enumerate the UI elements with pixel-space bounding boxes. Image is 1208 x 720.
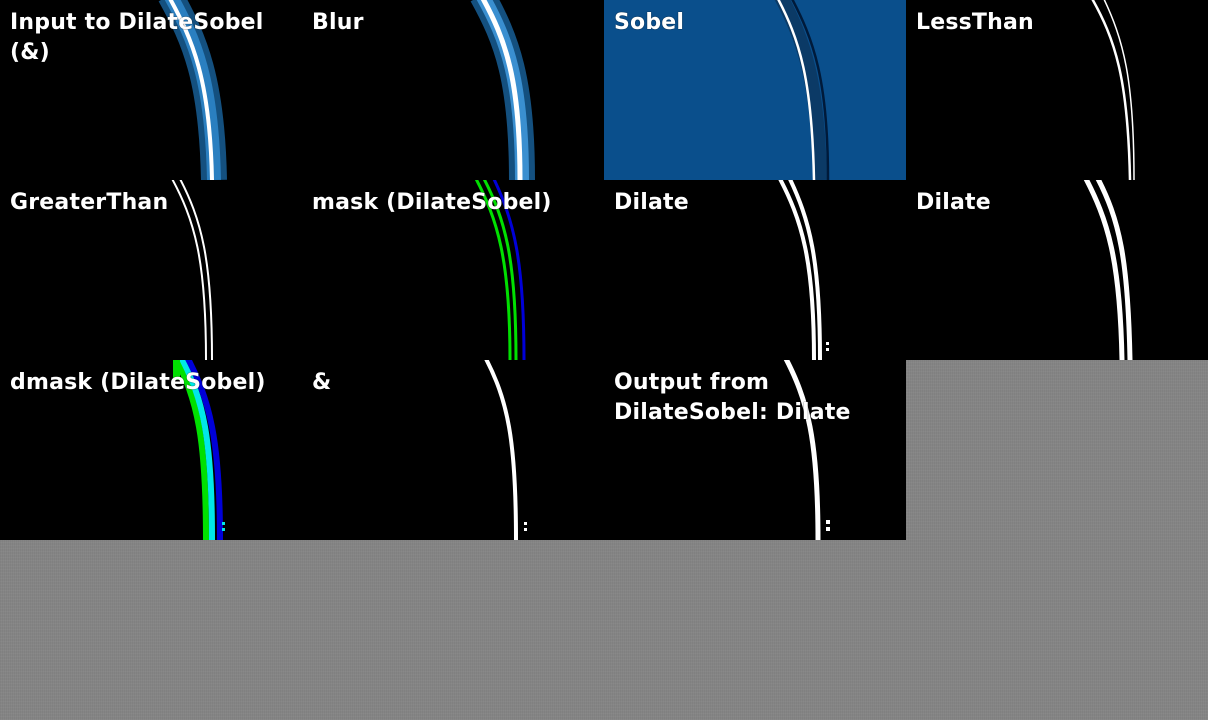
panel-title: LessThan — [916, 10, 1034, 35]
panel-output: Output from DilateSobel: Dilate — [604, 360, 906, 540]
panel-mask: mask (DilateSobel) — [302, 180, 604, 360]
panel-title: Sobel — [614, 10, 685, 35]
panel-title: & — [312, 370, 332, 395]
panel-title: GreaterThan — [10, 190, 169, 215]
panel-sobel: Sobel — [604, 0, 906, 180]
panel-title: Input to DilateSobel (&) — [10, 10, 264, 65]
panel-blur: Blur — [302, 0, 604, 180]
panel-dmask: dmask (DilateSobel) — [0, 360, 302, 540]
panel-title: dmask (DilateSobel) — [10, 370, 266, 395]
panel-title: Blur — [312, 10, 364, 35]
panel-input: Input to DilateSobel (&) — [0, 0, 302, 180]
pipeline-debug-canvas: Input to DilateSobel (&) Blur Sobel Less… — [0, 0, 1208, 720]
panel-title: Dilate — [916, 190, 991, 215]
panel-dilate-2: Dilate — [906, 180, 1208, 360]
panel-dilate-1: Dilate — [604, 180, 906, 360]
panel-title: Output from DilateSobel: Dilate — [614, 370, 851, 425]
panel-and: & — [302, 360, 604, 540]
panel-lessthan: LessThan — [906, 0, 1208, 180]
panel-title: Dilate — [614, 190, 689, 215]
panel-title: mask (DilateSobel) — [312, 190, 552, 215]
panel-greaterthan: GreaterThan — [0, 180, 302, 360]
